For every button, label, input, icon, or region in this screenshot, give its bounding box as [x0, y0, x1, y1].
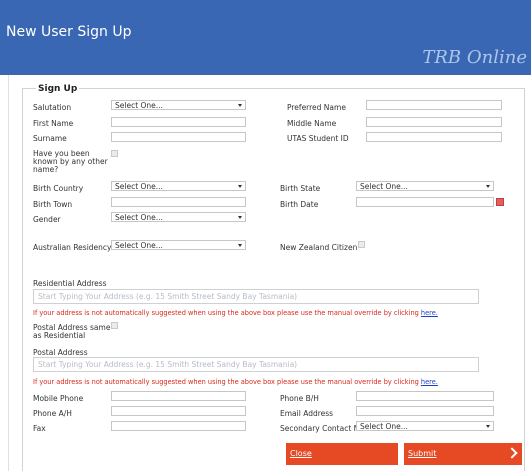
submit-button-label: Submit [408, 449, 437, 458]
gender-label: Gender [33, 215, 61, 224]
preferred-name-label: Preferred Name [287, 103, 346, 112]
secondary-contact-select-value: Select One... [360, 422, 408, 431]
close-button[interactable]: Close [286, 443, 398, 465]
birth-date-label: Birth Date [280, 200, 319, 209]
nz-citizen-label: New Zealand Citizen [280, 243, 358, 252]
gender-select-value: Select One... [115, 213, 163, 222]
side-strip [0, 75, 9, 471]
chevron-down-icon [238, 216, 242, 219]
birth-date-input[interactable] [356, 197, 494, 207]
australian-residency-select[interactable]: Select One... [111, 240, 246, 250]
chevron-down-icon [486, 185, 490, 188]
fax-label: Fax [33, 424, 46, 433]
nz-citizen-checkbox[interactable] [358, 241, 365, 248]
page: New User Sign Up TRB Online Sign Up Salu… [0, 0, 531, 471]
salutation-label: Salutation [33, 103, 72, 112]
residential-address-warning-text: If your address is not automatically sug… [33, 309, 419, 317]
utas-student-id-label: UTAS Student ID [287, 134, 349, 143]
chevron-down-icon [238, 244, 242, 247]
fax-input[interactable] [111, 421, 246, 431]
mobile-phone-input[interactable] [111, 391, 246, 401]
surname-label: Surname [33, 134, 67, 143]
email-input[interactable] [356, 406, 494, 416]
manual-override-link[interactable]: here. [421, 309, 438, 317]
middle-name-input[interactable] [366, 117, 502, 127]
australian-residency-label: Australian Residency [33, 243, 112, 252]
birth-state-label: Birth State [280, 184, 321, 193]
postal-same-checkbox[interactable] [111, 322, 118, 329]
residential-address-input[interactable]: Start Typing Your Address (e.g. 15 Smith… [33, 289, 479, 304]
gender-select[interactable]: Select One... [111, 212, 246, 222]
salutation-select-value: Select One... [115, 101, 163, 110]
phone-ah-input[interactable] [111, 406, 246, 416]
known-other-name-checkbox[interactable] [111, 150, 118, 157]
preferred-name-input[interactable] [366, 100, 502, 110]
chevron-down-icon [486, 425, 490, 428]
first-name-input[interactable] [111, 117, 246, 127]
email-label: Email Address [280, 409, 334, 418]
mobile-phone-label: Mobile Phone [33, 394, 84, 403]
postal-same-label: Postal Address same as Residential [33, 323, 111, 340]
birth-state-select-value: Select One... [360, 182, 408, 191]
secondary-contact-select[interactable]: Select One... [356, 421, 494, 431]
known-other-name-label: Have you been known by any other name? [33, 149, 108, 174]
phone-bh-label: Phone B/H [280, 394, 319, 403]
residential-address-label: Residential Address [33, 279, 107, 288]
postal-address-warning: If your address is not automatically sug… [33, 378, 438, 386]
middle-name-label: Middle Name [287, 119, 337, 128]
first-name-label: First Name [33, 119, 74, 128]
australian-residency-select-value: Select One... [115, 241, 163, 250]
page-title: New User Sign Up [6, 24, 132, 40]
birth-country-select[interactable]: Select One... [111, 181, 246, 191]
chevron-right-icon [506, 447, 518, 459]
calendar-icon[interactable] [496, 198, 504, 206]
manual-override-link[interactable]: here. [421, 378, 438, 386]
chevron-down-icon [238, 104, 242, 107]
header-bar: New User Sign Up TRB Online [0, 0, 531, 75]
chevron-down-icon [238, 185, 242, 188]
brand-logo-text: TRB Online [422, 47, 527, 68]
birth-state-select[interactable]: Select One... [356, 181, 494, 191]
postal-address-label: Postal Address [33, 348, 88, 357]
sign-up-legend: Sign Up [36, 84, 80, 94]
submit-button[interactable]: Submit [404, 443, 522, 465]
birth-country-select-value: Select One... [115, 182, 163, 191]
birth-town-label: Birth Town [33, 200, 73, 209]
postal-address-input[interactable]: Start Typing Your Address (e.g. 15 Smith… [33, 357, 479, 372]
utas-student-id-input[interactable] [366, 132, 502, 142]
surname-input[interactable] [111, 132, 246, 142]
birth-town-input[interactable] [111, 197, 246, 207]
birth-country-label: Birth Country [33, 184, 84, 193]
residential-address-warning: If your address is not automatically sug… [33, 309, 438, 317]
phone-ah-label: Phone A/H [33, 409, 72, 418]
salutation-select[interactable]: Select One... [111, 100, 246, 110]
postal-address-warning-text: If your address is not automatically sug… [33, 378, 419, 386]
phone-bh-input[interactable] [356, 391, 494, 401]
